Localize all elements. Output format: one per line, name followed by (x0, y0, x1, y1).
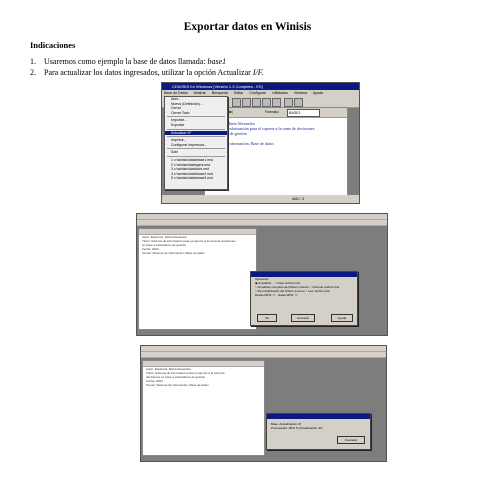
record-window: Autor: Espinoza, María Alexandra Título:… (138, 228, 257, 330)
menu-busqueda[interactable]: Búsqueda (212, 91, 228, 95)
record-window: Autor: Espinoza, María Alexandra Título:… (142, 360, 265, 456)
actualizar-if-dialog: Operación ◉ Actualizar ○ Crear archivo l… (250, 271, 358, 326)
record-line: Sistema de información, Base de datos (209, 141, 274, 146)
record-row: Temas: Sistema de información, Base de d… (142, 251, 205, 255)
ok-button[interactable]: Ok (257, 314, 277, 322)
help-button[interactable]: Ayuda (331, 314, 353, 322)
tool-icon[interactable] (284, 98, 293, 107)
step-number: 2. (30, 68, 36, 77)
processing-dialog: Base: Actualización I/F Procesando: MFN … (266, 413, 371, 450)
format-label: Formato: (265, 110, 280, 114)
section-heading: Indicaciones (30, 40, 76, 50)
step-emphasis: I/F. (252, 68, 264, 77)
base-datos-dropdown: Abrir... Nueva (Definición)... Cerrar Ce… (164, 96, 228, 190)
window-toolbar (141, 352, 386, 358)
format-select[interactable]: BASE1 (287, 109, 320, 117)
record-row: Temas: Sistema de información, Base de d… (146, 383, 209, 387)
menu-item-actualizar-if[interactable]: Actualizar I/F (165, 130, 227, 136)
menu-separator (167, 155, 225, 157)
menu-separator (167, 128, 225, 130)
menu-separator (167, 148, 225, 150)
screenshot-actualizar-dialog: Autor: Espinoza, María Alexandra Título:… (136, 213, 388, 336)
screenshot-processing-dialog: Autor: Espinoza, María Alexandra Título:… (140, 345, 387, 462)
document-title: Exportar datos en Winisis (183, 21, 312, 33)
menu-utilidades[interactable]: Utilidades (272, 91, 288, 95)
menu-separator (167, 116, 225, 118)
dialog-line: Procesando: MFN 5 (Actualización I/F) (271, 426, 323, 430)
tool-icon[interactable] (242, 98, 251, 107)
step-item: 1. Usaremos como ejemplo la base de datos… (30, 56, 264, 67)
menu-item[interactable]: Salir (165, 150, 227, 155)
tool-icon[interactable] (252, 98, 261, 107)
menu-configurar[interactable]: Configurar (249, 91, 266, 95)
cancel-button[interactable]: Cancelar (337, 436, 365, 444)
tool-icon[interactable] (294, 98, 303, 107)
mfn-range[interactable]: Desde MFN: ▭ Hasta MFN: ▭ (251, 293, 357, 297)
step-text: Usaremos como ejemplo la base de datos l… (44, 57, 208, 66)
cancel-button[interactable]: Cancelar (291, 314, 315, 322)
menu-item[interactable]: Exportar (165, 123, 227, 128)
menu-base-datos[interactable]: Base de Datos (164, 91, 188, 95)
menu-item[interactable]: 5 c:\winisis\data\base3.mst (165, 176, 227, 181)
tool-icon[interactable] (262, 98, 271, 107)
menu-ayuda[interactable]: Ayuda (313, 91, 323, 95)
window-titlebar: CDS/ISIS for Windows [Versión 1.3 Comple… (162, 83, 359, 90)
step-number: 1. (30, 57, 36, 66)
dialog-titlebar (267, 414, 370, 419)
status-mfn: MAC: 5 (292, 197, 304, 201)
menu-separator (167, 136, 225, 138)
window-toolbar (137, 220, 387, 226)
menu-item[interactable]: Configurar Impresora... (165, 143, 227, 148)
step-emphasis: base1 (207, 57, 227, 66)
tool-icon[interactable] (272, 98, 281, 107)
step-text: Para actualizar los datos ingresados, ut… (44, 68, 253, 77)
screenshot-winisis-menu: CDS/ISIS for Windows [Versión 1.3 Comple… (161, 82, 360, 204)
menu-item[interactable]: Cerrar Todo (165, 111, 227, 116)
step-item: 2. Para actualizar los datos ingresados, … (30, 67, 264, 78)
status-bar: MAC: 5 (162, 195, 359, 203)
steps-list: 1. Usaremos como ejemplo la base de datos… (30, 56, 264, 78)
menu-ventana[interactable]: Ventana (294, 91, 307, 95)
tool-icon[interactable] (232, 98, 241, 107)
menu-mostrar[interactable]: Mostrar (194, 91, 206, 95)
menu-editar[interactable]: Editar (234, 91, 243, 95)
